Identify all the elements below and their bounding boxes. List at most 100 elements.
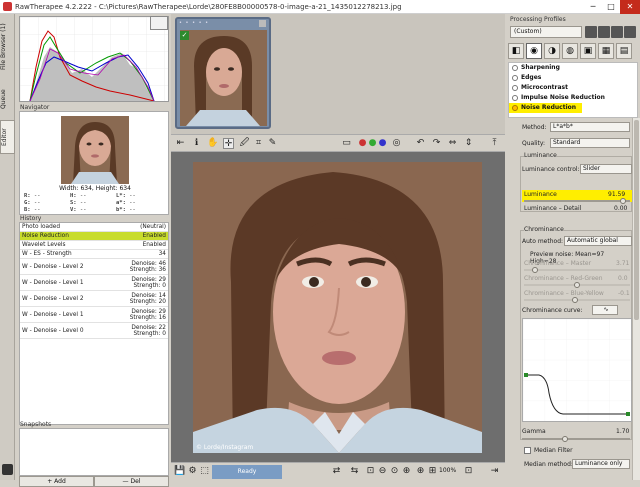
load-profile-icon[interactable] <box>611 26 623 38</box>
new-detail-window-icon[interactable]: ⊡ <box>463 466 474 477</box>
tool-item[interactable]: Noise Reduction <box>509 103 582 113</box>
tool-enable-icon[interactable] <box>512 65 518 71</box>
tab-metadata[interactable]: ▤ <box>616 43 632 59</box>
quality-select[interactable]: Standard <box>550 138 630 148</box>
zoom-out-icon[interactable]: ⊖ <box>377 466 388 477</box>
scrollbar-thumb[interactable] <box>634 120 639 320</box>
trash-icon[interactable] <box>259 20 266 27</box>
lock-icon[interactable]: ⊡ <box>365 466 376 477</box>
chroma-curve-editor[interactable] <box>522 318 632 422</box>
paste-profile-icon[interactable] <box>598 26 610 38</box>
rotate-right-icon[interactable]: ↷ <box>431 138 442 149</box>
tab-queue[interactable]: Queue <box>0 82 15 116</box>
tool-enable-icon[interactable] <box>512 85 518 91</box>
zoom-in-icon[interactable]: ⊕ <box>415 466 426 477</box>
curve-type-select[interactable]: ∿ <box>592 305 618 315</box>
tab-exposure[interactable]: ◧ <box>508 43 524 59</box>
zoom-100-icon[interactable]: ⊙ <box>389 466 400 477</box>
navigator-thumbnail[interactable] <box>61 116 129 184</box>
film-thumbnail[interactable]: • • • • • ✓ <box>175 17 271 129</box>
sync-icon[interactable]: ⇆ <box>349 466 360 477</box>
detail-window-icon[interactable]: ⊞ <box>427 466 438 477</box>
flip-horizontal-icon[interactable]: ⇔ <box>447 138 458 149</box>
flip-vertical-icon[interactable]: ⇕ <box>463 138 474 149</box>
tab-color[interactable]: ◑ <box>544 43 560 59</box>
luminance-slider-track[interactable] <box>524 200 630 202</box>
preferences-icon[interactable] <box>2 464 13 475</box>
histogram-options-icon[interactable] <box>150 16 168 30</box>
crop-icon[interactable]: ⌗ <box>253 138 264 149</box>
tool-enable-icon[interactable] <box>512 95 518 101</box>
chroma-master-slider[interactable] <box>524 269 630 271</box>
rating-stars[interactable]: • • • • • <box>179 20 267 29</box>
wb-picker-icon[interactable]: ✛ <box>223 138 234 149</box>
luminance-value[interactable]: 91.59 <box>608 191 625 198</box>
tab-wavelet[interactable]: ◍ <box>562 43 578 59</box>
luminance-detail-value[interactable]: 0.00 <box>614 205 627 212</box>
save-image-icon[interactable]: 💾 <box>174 466 185 477</box>
tab-raw[interactable]: ▦ <box>598 43 614 59</box>
tab-editor[interactable]: Editor <box>0 120 15 154</box>
maximize-button[interactable]: □ <box>602 0 620 14</box>
history-row[interactable]: W - Denoise - Level 0 Denoise: 22 Strengt… <box>20 323 168 339</box>
profile-select[interactable]: (Custom) <box>510 26 582 38</box>
history-row[interactable]: W - Denoise - Level 2 Denoise: 14 Strengt… <box>20 291 168 307</box>
history-row[interactable]: W - Denoise - Level 1 Denoise: 29 Strengt… <box>20 307 168 323</box>
gamma-slider-knob[interactable] <box>562 436 568 442</box>
chroma-master-value[interactable]: 3.71 <box>616 260 629 267</box>
chroma-redgreen-value[interactable]: 0.0 <box>618 275 628 282</box>
gamma-value[interactable]: 1.70 <box>616 428 629 435</box>
straighten-icon[interactable]: ✎ <box>267 138 278 149</box>
info-icon[interactable]: ℹ <box>191 138 202 149</box>
chroma-blueyellow-value[interactable]: -0.1 <box>618 290 630 297</box>
copy-profile-icon[interactable] <box>585 26 597 38</box>
tool-item[interactable]: Sharpening <box>509 63 637 73</box>
median-method-select[interactable]: Luminance only <box>572 459 630 469</box>
median-filter-checkbox[interactable] <box>524 447 531 454</box>
before-after-icon[interactable]: ▭ <box>341 138 352 149</box>
send-to-queue-icon[interactable]: ⚙ <box>187 466 198 477</box>
history-row[interactable]: Noise Reduction Enabled <box>20 232 168 241</box>
external-editor-icon[interactable]: ⬚ <box>199 466 210 477</box>
tool-item[interactable]: Impulse Noise Reduction <box>509 93 637 103</box>
focus-mask-icon[interactable]: ◎ <box>391 138 402 149</box>
tab-transform[interactable]: ▣ <box>580 43 596 59</box>
chroma-master-knob[interactable] <box>532 267 538 273</box>
history-row[interactable]: W - Denoise - Level 2 Denoise: 46 Strengt… <box>20 259 168 275</box>
chroma-redgreen-knob[interactable] <box>574 282 580 288</box>
gamma-slider[interactable] <box>522 438 630 440</box>
history-item-value: Denoise: 46 Strength: 36 <box>129 260 166 273</box>
tool-item[interactable]: Edges <box>509 73 637 83</box>
hide-bottom-panel-icon[interactable]: ⇥ <box>489 466 500 477</box>
tab-file-browser[interactable]: File Browser (1) <box>0 18 15 76</box>
chroma-blueyellow-knob[interactable] <box>572 297 578 303</box>
hide-top-panel-icon[interactable]: ⤒ <box>489 138 500 149</box>
navigation-arrows-icon[interactable]: ⇄ <box>331 466 342 477</box>
snapshots-list[interactable] <box>19 428 169 476</box>
preview-photo[interactable]: © Lorde/Instagram <box>193 162 482 453</box>
right-panel-scrollbar[interactable] <box>632 118 640 480</box>
tab-detail[interactable]: ◉ <box>526 43 542 59</box>
color-picker-icon[interactable]: 🖉 <box>239 138 250 149</box>
history-row[interactable]: Photo loaded (Neutral) <box>20 223 168 232</box>
history-row[interactable]: W - ES - Strength 34 <box>20 250 168 259</box>
rotate-left-icon[interactable]: ↶ <box>415 138 426 149</box>
add-snapshot-button[interactable]: + Add <box>19 476 94 487</box>
tool-enable-icon[interactable] <box>512 75 518 81</box>
tool-enable-icon[interactable] <box>512 105 518 111</box>
delete-snapshot-button[interactable]: — Del <box>94 476 169 487</box>
hand-tool-icon[interactable]: ✋ <box>207 138 218 149</box>
hide-left-panel-icon[interactable]: ⇤ <box>175 138 186 149</box>
minimize-button[interactable]: ─ <box>584 0 602 14</box>
method-select[interactable]: L*a*b* <box>550 122 630 132</box>
history-row[interactable]: W - Denoise - Level 1 Denoise: 29 Strengt… <box>20 275 168 291</box>
luminance-control-select[interactable]: Slider <box>580 164 632 174</box>
zoom-fit-icon[interactable]: ⊕ <box>401 466 412 477</box>
blue-channel-icon[interactable]: ● <box>377 138 388 149</box>
close-button[interactable]: ✕ <box>620 0 640 14</box>
save-profile-icon[interactable] <box>624 26 636 38</box>
history-row[interactable]: Wavelet Levels Enabled <box>20 241 168 250</box>
luminance-slider-knob[interactable] <box>619 198 626 204</box>
auto-method-select[interactable]: Automatic global <box>564 236 632 246</box>
tool-item[interactable]: Microcontrast <box>509 83 637 93</box>
